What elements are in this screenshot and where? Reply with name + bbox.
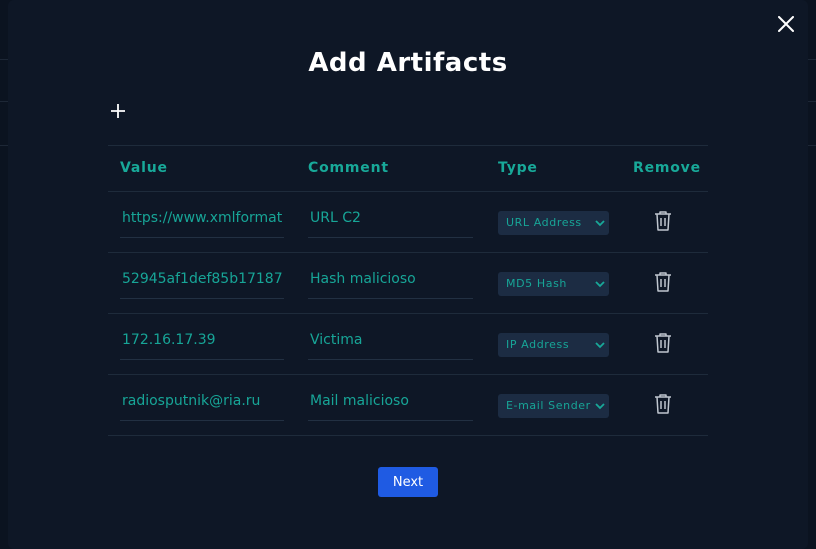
chevron-down-icon — [595, 281, 605, 288]
chevron-down-icon — [595, 220, 605, 227]
modal-title: Add Artifacts — [308, 48, 508, 78]
type-select-value: URL Address — [506, 216, 582, 229]
table-row: radiosputnik@ria.ru Mail malicioso E-mail … — [108, 374, 708, 436]
table-header: Value Comment Type Remove — [108, 146, 708, 191]
comment-input[interactable]: Victima — [308, 320, 473, 360]
comment-input[interactable]: Hash malicioso — [308, 259, 473, 299]
type-select-value: E-mail Sender — [506, 399, 591, 412]
header-comment: Comment — [308, 160, 389, 176]
type-select[interactable]: E-mail Sender — [498, 394, 609, 418]
type-select-value: MD5 Hash — [506, 277, 567, 290]
remove-artifact-button[interactable] — [654, 393, 672, 415]
chevron-down-icon — [595, 342, 605, 349]
type-select[interactable]: URL Address — [498, 211, 609, 235]
value-input[interactable]: radiosputnik@ria.ru — [120, 381, 284, 421]
header-type: Type — [498, 160, 538, 176]
plus-icon — [111, 104, 125, 118]
value-input[interactable]: https://www.xmlformat — [120, 198, 284, 238]
table-row: 172.16.17.39 Victima IP Address — [108, 313, 708, 374]
value-input[interactable]: 52945af1def85b17187 — [120, 259, 284, 299]
close-icon — [778, 16, 794, 32]
comment-input[interactable]: URL C2 — [308, 198, 473, 238]
trash-icon — [655, 211, 671, 231]
remove-artifact-button[interactable] — [654, 210, 672, 232]
close-button[interactable] — [770, 8, 802, 40]
remove-artifact-button[interactable] — [654, 271, 672, 293]
comment-input[interactable]: Mail malicioso — [308, 381, 473, 421]
header-value: Value — [120, 160, 168, 176]
next-button[interactable]: Next — [378, 467, 438, 497]
remove-artifact-button[interactable] — [654, 332, 672, 354]
add-artifact-button[interactable] — [108, 101, 128, 121]
table-row: https://www.xmlformat URL C2 URL Address — [108, 191, 708, 252]
type-select[interactable]: MD5 Hash — [498, 272, 609, 296]
artifacts-table: Value Comment Type Remove https://www.xm… — [108, 145, 708, 436]
table-row: 52945af1def85b17187 Hash malicioso MD5 Has… — [108, 252, 708, 313]
header-remove: Remove — [633, 160, 701, 176]
trash-icon — [655, 272, 671, 292]
trash-icon — [655, 394, 671, 414]
chevron-down-icon — [595, 403, 605, 410]
type-select[interactable]: IP Address — [498, 333, 609, 357]
type-select-value: IP Address — [506, 338, 570, 351]
value-input[interactable]: 172.16.17.39 — [120, 320, 284, 360]
trash-icon — [655, 333, 671, 353]
